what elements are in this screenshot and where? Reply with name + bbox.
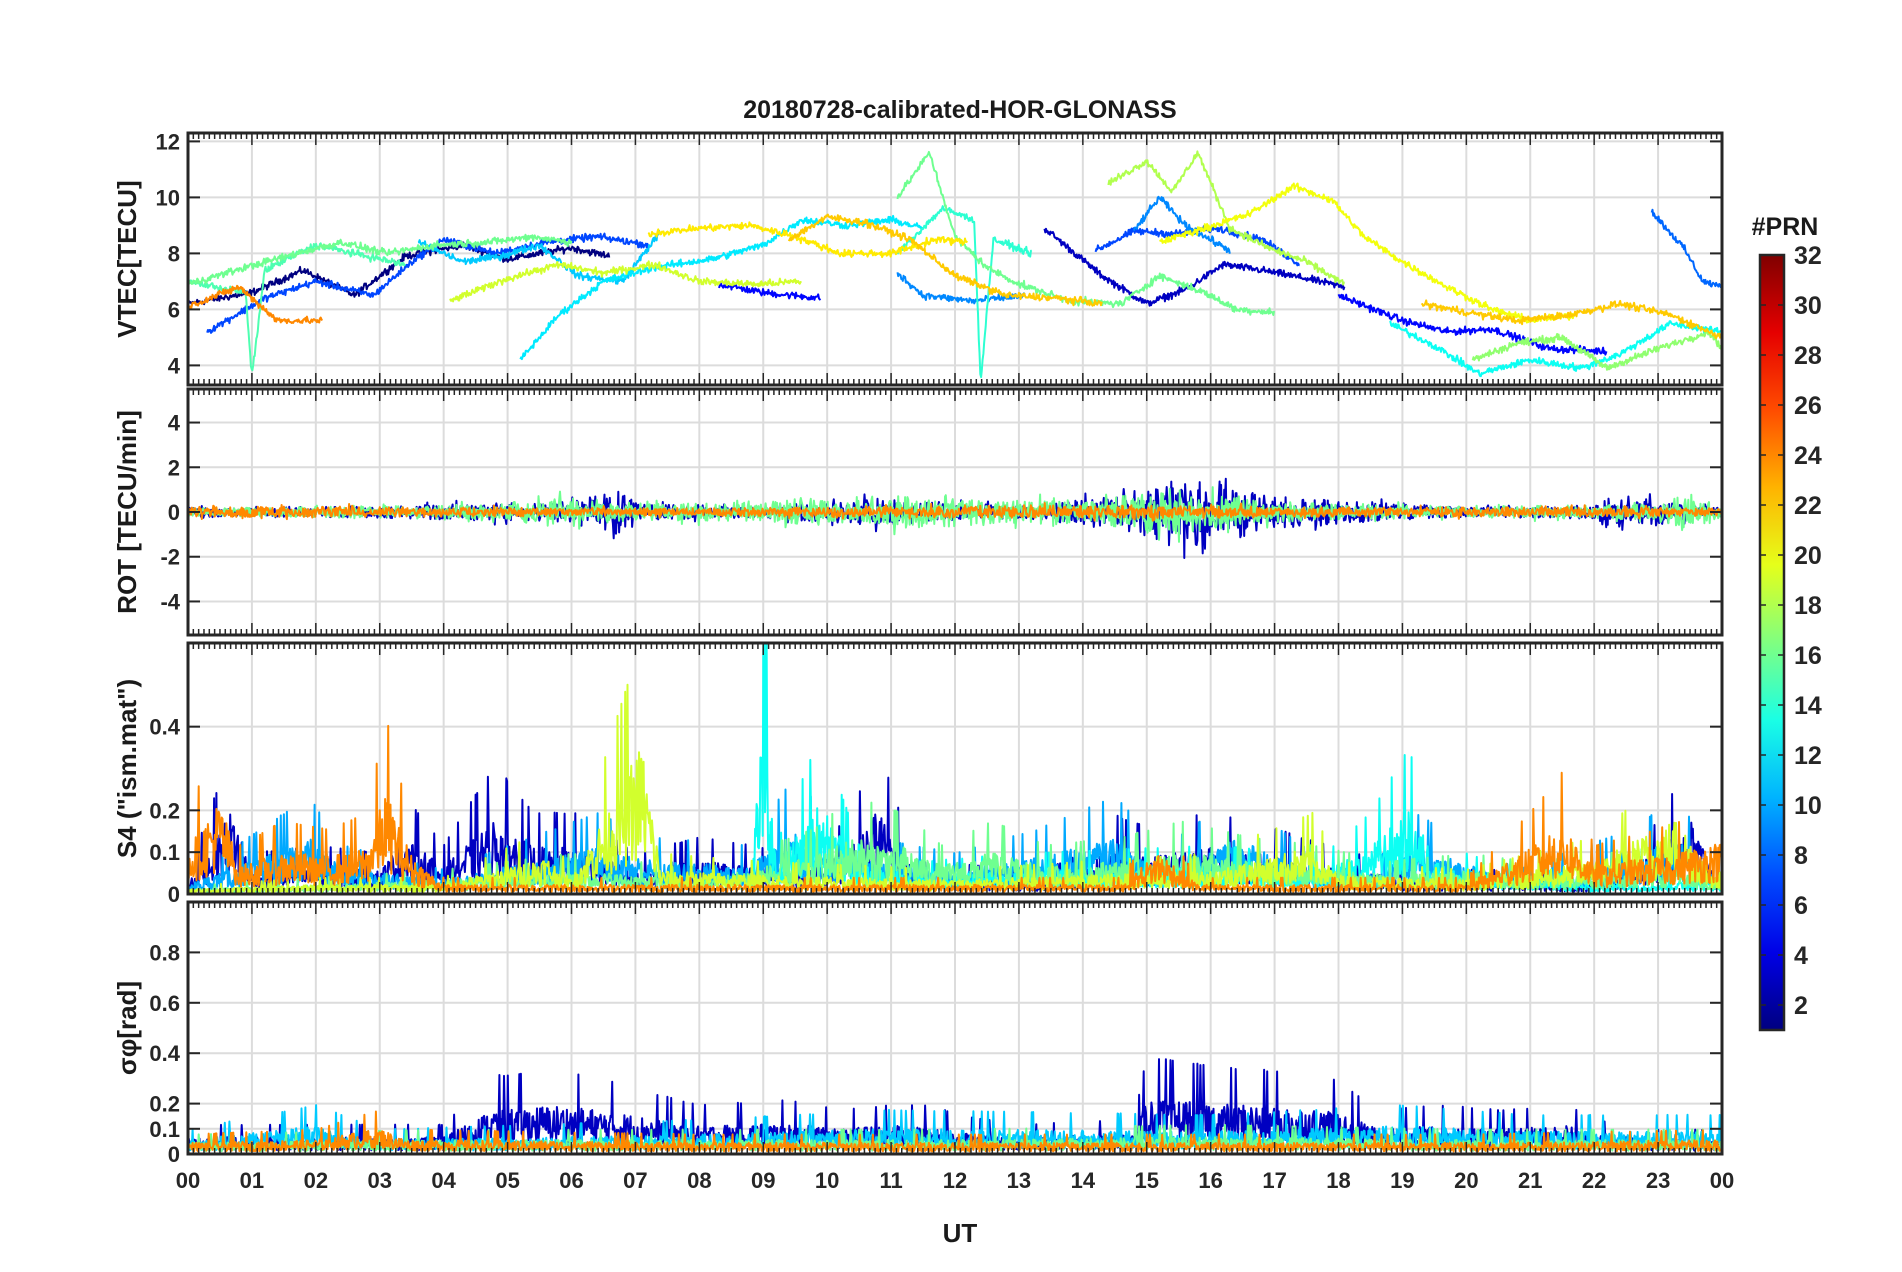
x-tick-label: 02 [304, 1168, 328, 1193]
y-tick-label: 0 [168, 882, 180, 907]
colorbar-tick-label: 8 [1794, 842, 1808, 870]
y-tick-label: 0.4 [149, 715, 180, 740]
x-tick-label: 21 [1518, 1168, 1542, 1193]
y-tick-label: 0.4 [149, 1041, 180, 1066]
x-axis-label: UT [943, 1218, 978, 1248]
y-tick-label: 0.2 [149, 1092, 180, 1117]
y-tick-label: -4 [160, 589, 180, 614]
y-tick-label: 6 [168, 297, 180, 322]
y-tick-label: 0.1 [149, 840, 180, 865]
colorbar-tick-label: 6 [1794, 892, 1808, 920]
y-tick-label: 0 [168, 500, 180, 525]
colorbar-tick-label: 18 [1794, 592, 1822, 620]
y-tick-label: 0.6 [149, 991, 180, 1016]
y-tick-label: 2 [168, 455, 180, 480]
x-tick-label: 14 [1071, 1168, 1096, 1193]
x-tick-label: 08 [687, 1168, 711, 1193]
colorbar-tick-label: 32 [1794, 242, 1822, 270]
colorbar-tick-label: 12 [1794, 742, 1822, 770]
series-prn-8 [1650, 208, 1722, 289]
colorbar-gradient [1758, 253, 1786, 1032]
colorbar-tick-label: 14 [1794, 692, 1822, 720]
y-axis-label-1: VTEC[TECU] [112, 180, 142, 337]
x-tick-label: 15 [1135, 1168, 1159, 1193]
series-prn-19 [449, 260, 803, 303]
x-tick-label: 16 [1198, 1168, 1222, 1193]
colorbar-tick-label: 28 [1794, 342, 1822, 370]
colorbar-tick-label: 20 [1794, 542, 1822, 570]
x-tick-label: 13 [1007, 1168, 1031, 1193]
colorbar-tick-label: 4 [1794, 942, 1808, 970]
y-axis-label-2: ROT [TECU/min] [112, 410, 142, 614]
x-tick-label: 03 [368, 1168, 392, 1193]
x-tick-label: 07 [623, 1168, 647, 1193]
figure: 4681012VTEC[TECU]-4-2024ROT [TECU/min]00… [112, 96, 1822, 1248]
y-axis-label-3: S4 ("ism.mat") [112, 679, 142, 858]
y-tick-label: 12 [156, 129, 180, 154]
x-tick-label: 11 [879, 1168, 902, 1193]
series-prn-3 [1043, 227, 1346, 307]
y-tick-label: -2 [160, 545, 180, 570]
y-tick-label: 0.2 [149, 798, 180, 823]
series-prn-15 [188, 242, 406, 372]
x-tick-label: 17 [1262, 1168, 1286, 1193]
y-tick-label: 4 [168, 411, 181, 436]
y-tick-label: 0 [168, 1142, 180, 1167]
colorbar-tick-label: 16 [1794, 642, 1822, 670]
y-tick-label: 0.1 [149, 1117, 180, 1142]
x-tick-label: 00 [1710, 1168, 1734, 1193]
x-tick-label: 18 [1326, 1168, 1350, 1193]
colorbar-title: #PRN [1752, 213, 1819, 241]
x-tick-label: 23 [1646, 1168, 1670, 1193]
x-tick-label: 10 [815, 1168, 839, 1193]
colorbar-tick-label: 26 [1794, 392, 1822, 420]
x-tick-label: 01 [240, 1168, 264, 1193]
colorbar-tick-label: 22 [1794, 492, 1822, 520]
colorbar-tick-label: 24 [1794, 442, 1822, 470]
x-tick-label: 04 [431, 1168, 456, 1193]
colorbar-tick-label: 2 [1794, 992, 1808, 1020]
colorbar: #PRN 2468101214161820222426283032 [1752, 213, 1822, 1032]
y-tick-label: 4 [168, 353, 181, 378]
chart-title: 20180728-calibrated-HOR-GLONASS [743, 96, 1176, 124]
x-tick-label: 05 [495, 1168, 519, 1193]
y-tick-label: 0.8 [149, 940, 180, 965]
x-tick-label: 09 [751, 1168, 775, 1193]
x-tick-label: 20 [1454, 1168, 1478, 1193]
x-tick-label: 00 [176, 1168, 200, 1193]
y-tick-label: 10 [156, 185, 180, 210]
series-prn-5 [717, 282, 822, 301]
colorbar-tick-label: 30 [1794, 292, 1822, 320]
x-tick-label: 12 [943, 1168, 967, 1193]
colorbar-tick-label: 10 [1794, 792, 1822, 820]
x-tick-label: 22 [1582, 1168, 1606, 1193]
series-prn-16 [896, 150, 1276, 316]
y-tick-label: 8 [168, 241, 180, 266]
series-prn-22 [787, 213, 1103, 307]
y-axis-label-4: σφ[rad] [112, 981, 142, 1075]
x-tick-label: 06 [559, 1168, 583, 1193]
x-tick-label: 19 [1390, 1168, 1414, 1193]
